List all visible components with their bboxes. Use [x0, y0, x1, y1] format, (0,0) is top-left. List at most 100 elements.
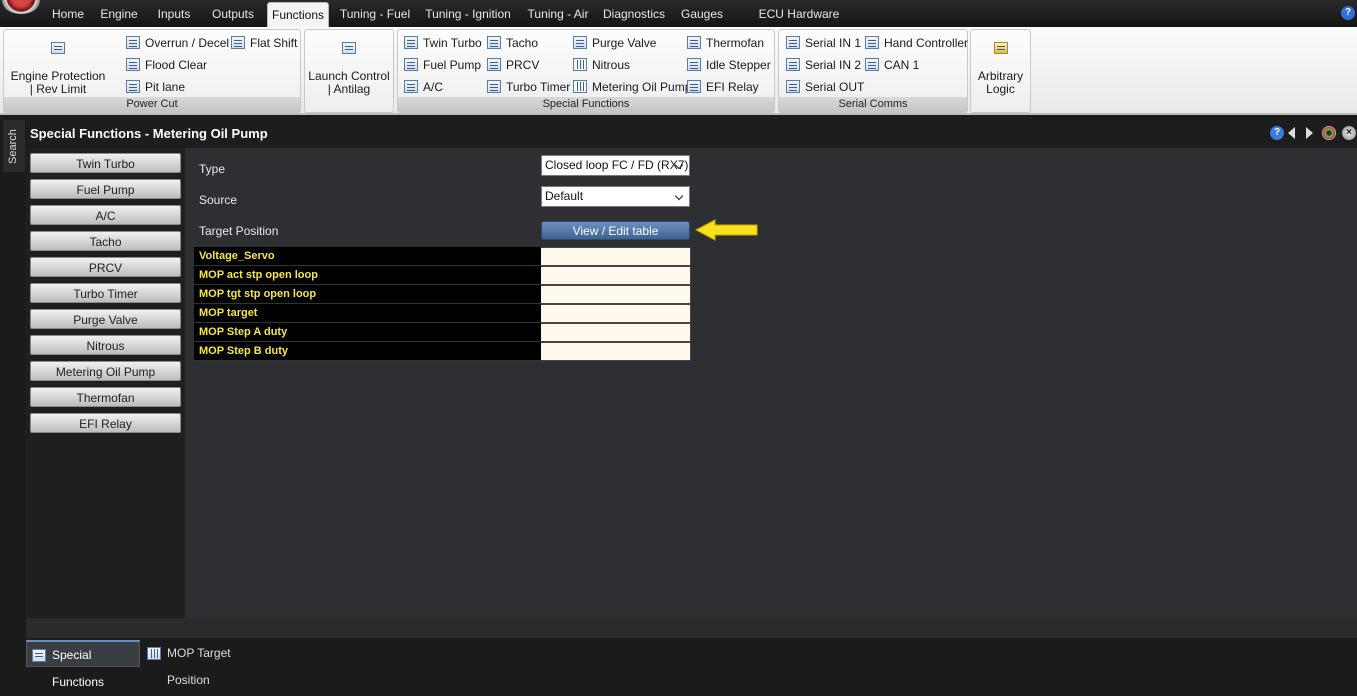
source-label: Source [199, 193, 238, 207]
ribbon-can-1[interactable]: CAN 1 [865, 55, 919, 75]
flat-shift-button[interactable]: Flat Shift [231, 33, 297, 53]
row-label: MOP tgt stp open loop [194, 285, 541, 304]
list-item-efi-relay[interactable]: EFI Relay [30, 413, 181, 433]
ribbon-serial-in-2[interactable]: Serial IN 2 [786, 55, 861, 75]
ribbon-prcv[interactable]: PRCV [487, 55, 539, 75]
table-icon [126, 36, 140, 49]
close-icon[interactable]: × [1342, 126, 1356, 140]
list-item-metering-oil-pump[interactable]: Metering Oil Pump [30, 361, 181, 381]
table-icon [32, 649, 46, 662]
search-side-tab[interactable]: Search [3, 120, 25, 172]
yellow-arrow-icon [695, 219, 758, 241]
ribbon-purge-valve[interactable]: Purge Valve [573, 33, 656, 53]
source-select[interactable]: Default [541, 186, 690, 207]
menu-outputs[interactable]: Outputs [206, 0, 260, 27]
list-item-ac[interactable]: A/C [30, 205, 181, 225]
table-icon [786, 58, 800, 71]
table-icon [404, 80, 418, 93]
table-icon [865, 36, 879, 49]
ribbon-ac[interactable]: A/C [404, 77, 443, 97]
overrun-decel-button[interactable]: Overrun / Decel [126, 33, 229, 53]
list-item-fuel-pump[interactable]: Fuel Pump [30, 179, 181, 199]
list-item-turbo-timer[interactable]: Turbo Timer [30, 283, 181, 303]
tab-mop-target-position[interactable]: MOP Target Position [142, 640, 272, 687]
ribbon-serial-in-1[interactable]: Serial IN 1 [786, 33, 861, 53]
ribbon-thermofan[interactable]: Thermofan [687, 33, 764, 53]
ribbon-twin-turbo[interactable]: Twin Turbo [404, 33, 482, 53]
table-icon [126, 58, 140, 71]
launch-control-button[interactable]: Launch Control | Antilag [307, 34, 391, 96]
row-label: MOP Step A duty [194, 323, 541, 342]
view-edit-table-button[interactable]: View / Edit table [541, 221, 690, 240]
row-value [541, 285, 691, 304]
help-icon[interactable]: ? [1341, 6, 1355, 20]
flood-clear-button[interactable]: Flood Clear [126, 55, 207, 75]
ribbon-nitrous[interactable]: Nitrous [573, 55, 630, 75]
source-select-value: Default [545, 189, 584, 203]
arbitrary-logic-button[interactable]: Arbitrary Logic [973, 34, 1028, 96]
menu-tuning-ignition[interactable]: Tuning - Ignition [420, 0, 516, 27]
ribbon-turbo-timer[interactable]: Turbo Timer [487, 77, 570, 97]
table-icon [687, 80, 701, 93]
content-panel: Type Closed loop FC / FD (RX7) Source De… [185, 148, 1357, 618]
menu-tuning-fuel[interactable]: Tuning - Fuel [336, 0, 414, 27]
search-tab-label: Search [7, 129, 19, 164]
table-icon [487, 36, 501, 49]
ribbon-tacho[interactable]: Tacho [487, 33, 538, 53]
table-icon [342, 42, 356, 54]
table-icon [487, 58, 501, 71]
list-item-tacho[interactable]: Tacho [30, 231, 181, 251]
bottom-tab-bar: Special Functions MOP Target Position [0, 638, 1357, 689]
list-item-prcv[interactable]: PRCV [30, 257, 181, 277]
list-item-twin-turbo[interactable]: Twin Turbo [30, 153, 181, 173]
group-caption-power-cut: Power Cut [4, 97, 300, 112]
group-caption-serial-comms: Serial Comms [779, 97, 967, 112]
ribbon-fuel-pump[interactable]: Fuel Pump [404, 55, 481, 75]
table-row: MOP tgt stp open loop [194, 285, 691, 304]
table-row: MOP target [194, 304, 691, 323]
ribbon-idle-stepper[interactable]: Idle Stepper [687, 55, 771, 75]
row-value [541, 304, 691, 323]
app-logo[interactable] [2, 0, 40, 14]
tab-special-functions[interactable]: Special Functions [26, 640, 140, 689]
grid-icon [573, 58, 587, 71]
help-icon[interactable]: ? [1270, 126, 1284, 140]
menu-tuning-air[interactable]: Tuning - Air [524, 0, 592, 27]
pit-lane-button[interactable]: Pit lane [126, 77, 185, 97]
menu-bar: Home Engine Inputs Outputs Functions Tun… [0, 0, 1357, 50]
menu-inputs[interactable]: Inputs [150, 0, 198, 27]
list-item-thermofan[interactable]: Thermofan [30, 387, 181, 407]
table-icon [126, 80, 140, 93]
menu-home[interactable]: Home [46, 0, 90, 27]
engine-protection-button[interactable]: Engine Protection | Rev Limit [8, 34, 108, 96]
forward-arrow-icon[interactable] [1306, 127, 1313, 139]
table-icon [404, 36, 418, 49]
ribbon-efi-relay[interactable]: EFI Relay [687, 77, 759, 97]
list-item-purge-valve[interactable]: Purge Valve [30, 309, 181, 329]
menu-gauges[interactable]: Gauges [677, 0, 727, 27]
ribbon-hand-controller[interactable]: Hand Controller [865, 33, 968, 53]
chevron-down-icon [674, 190, 686, 203]
list-item-nitrous[interactable]: Nitrous [30, 335, 181, 355]
row-value [541, 266, 691, 285]
menu-diagnostics[interactable]: Diagnostics [600, 0, 668, 27]
type-label: Type [199, 162, 226, 176]
ribbon-toolbar: Engine Protection | Rev Limit Overrun / … [0, 27, 1357, 115]
type-select[interactable]: Closed loop FC / FD (RX7) [541, 155, 690, 176]
menu-ecu-hardware-settings[interactable]: ECU Hardware Settings [736, 0, 862, 50]
ribbon-metering-oil-pump[interactable]: Metering Oil Pump [573, 77, 691, 97]
menu-functions[interactable]: Functions [267, 2, 329, 28]
type-select-value: Closed loop FC / FD (RX7) [545, 158, 689, 172]
gauge-icon[interactable] [1322, 126, 1336, 140]
table-row: MOP Step B duty [194, 342, 691, 361]
horizontal-scrollbar[interactable] [26, 618, 1357, 638]
table-icon [687, 36, 701, 49]
ribbon-serial-out[interactable]: Serial OUT [786, 77, 864, 97]
chevron-down-icon [674, 159, 686, 172]
back-arrow-icon[interactable] [1288, 127, 1295, 139]
row-value [541, 323, 691, 342]
menu-engine[interactable]: Engine [96, 0, 142, 27]
table-row: MOP act stp open loop [194, 266, 691, 285]
logic-icon [993, 42, 1008, 54]
table-icon [786, 80, 800, 93]
